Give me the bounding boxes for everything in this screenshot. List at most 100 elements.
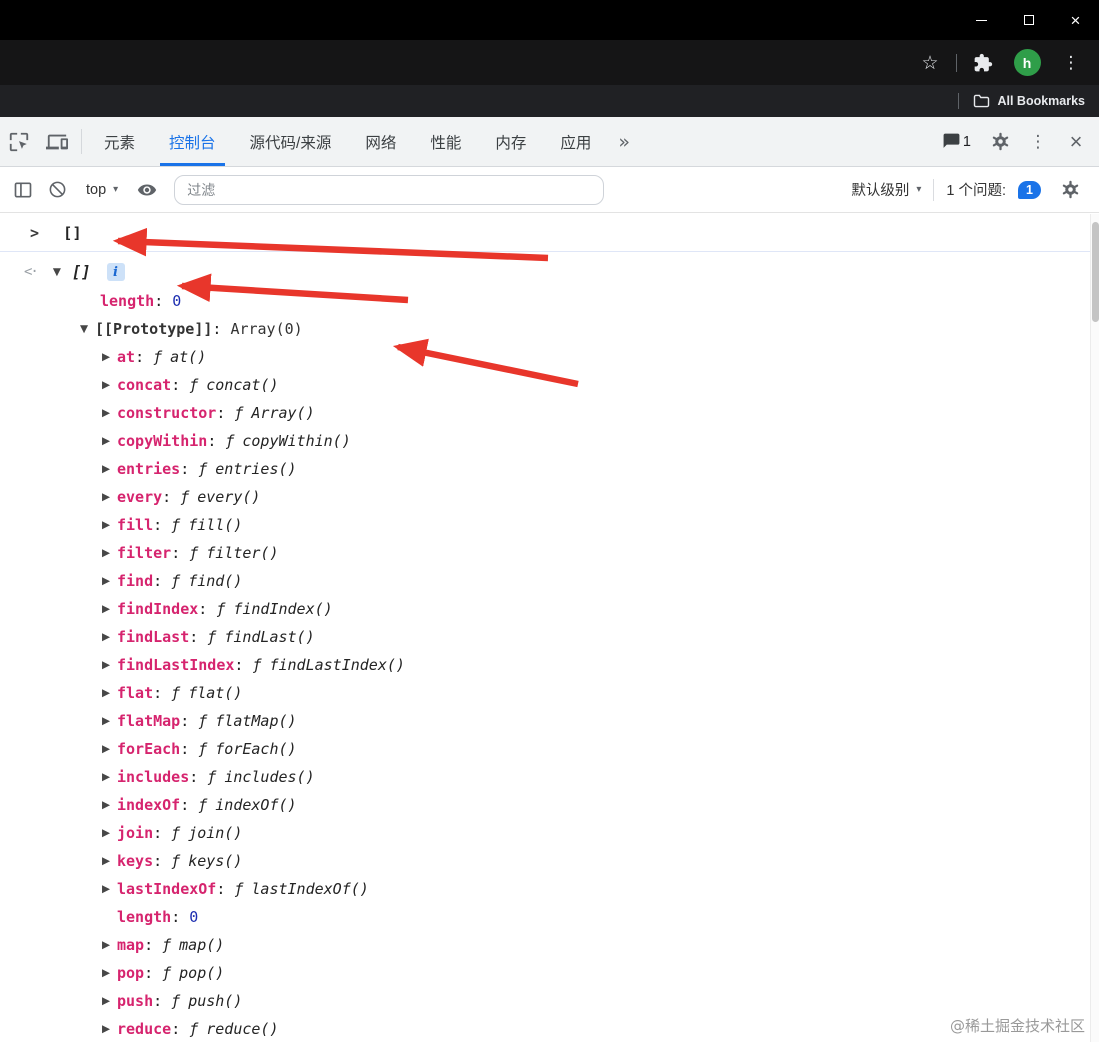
browser-menu-button[interactable]: ⋮ [1049, 40, 1093, 85]
issues-count-badge[interactable]: 1 [1018, 180, 1041, 199]
maximize-button[interactable] [1005, 0, 1052, 40]
more-tabs-button[interactable]: » [608, 117, 640, 166]
prototype-property-row[interactable]: ▶ findLast: ƒ findLast() [0, 623, 1090, 651]
close-devtools-button[interactable]: × [1057, 129, 1095, 155]
prototype-property-row[interactable]: ▶ findIndex: ƒ findIndex() [0, 595, 1090, 623]
prototype-property-row[interactable]: ▶ keys: ƒ keys() [0, 847, 1090, 875]
prototype-property-row[interactable]: ▶ flat: ƒ flat() [0, 679, 1090, 707]
tab-源代码/来源[interactable]: 源代码/来源 [233, 117, 349, 166]
context-selector[interactable]: top ▾ [74, 182, 130, 198]
colon: : [144, 936, 154, 954]
prototype-name: [[Prototype]] [95, 320, 213, 338]
prototype-property-row[interactable]: ▶ join: ƒ join() [0, 819, 1090, 847]
prototype-property-row[interactable]: ▶ find: ƒ find() [0, 567, 1090, 595]
profile-button[interactable]: h [1005, 40, 1049, 85]
prototype-property-row[interactable]: ▶ entries: ƒ entries() [0, 455, 1090, 483]
all-bookmarks-button[interactable]: All Bookmarks [997, 94, 1085, 108]
property-expander-icon[interactable]: ▶ [102, 967, 117, 979]
devtools-menu-button[interactable]: ⋮ [1019, 132, 1057, 152]
vertical-scrollbar[interactable] [1090, 214, 1099, 1042]
property-expander-icon[interactable]: ▶ [102, 743, 117, 755]
tab-性能[interactable]: 性能 [413, 117, 478, 166]
property-expander-icon[interactable]: ▶ [102, 631, 117, 643]
gear-icon [1062, 180, 1078, 199]
prototype-property-row[interactable]: ▶ forEach: ƒ forEach() [0, 735, 1090, 763]
property-expander-icon[interactable]: ▶ [102, 519, 117, 531]
puzzle-icon [974, 53, 993, 71]
prototype-property-row[interactable]: ▶ indexOf: ƒ indexOf() [0, 791, 1090, 819]
prototype-property-row[interactable]: ▶ reduce: ƒ reduce() [0, 1015, 1090, 1042]
console-sidebar-button[interactable] [6, 173, 40, 207]
live-expression-button[interactable] [130, 173, 164, 207]
prototype-property-row[interactable]: ▶ lastIndexOf: ƒ lastIndexOf() [0, 875, 1090, 903]
property-expander-icon[interactable]: ▶ [102, 883, 117, 895]
property-value: find() [188, 572, 243, 590]
property-expander-icon[interactable]: ▶ [102, 435, 117, 447]
property-expander-icon[interactable]: ▶ [102, 687, 117, 699]
prototype-property-row[interactable]: ▶ filter: ƒ filter() [0, 539, 1090, 567]
console-settings-button[interactable] [1053, 173, 1087, 207]
property-expander-icon[interactable]: ▶ [102, 407, 117, 419]
log-levels-dropdown[interactable]: 默认级别 ▾ [851, 179, 921, 200]
property-expander-icon[interactable]: ▶ [102, 463, 117, 475]
info-badge-icon[interactable]: i [106, 263, 125, 281]
inspect-element-button[interactable] [0, 117, 38, 166]
property-expander-icon[interactable]: ▶ [102, 855, 117, 867]
device-toolbar-button[interactable] [38, 117, 76, 166]
prototype-property-row[interactable]: ▶ pop: ƒ pop() [0, 959, 1090, 987]
property-expander-icon[interactable]: ▶ [102, 659, 117, 671]
minimize-button[interactable] [958, 0, 1005, 40]
tab-控制台[interactable]: 控制台 [152, 117, 233, 166]
prototype-row[interactable]: ▼ [[Prototype]]: Array(0) [0, 315, 1090, 343]
property-value: includes() [224, 768, 315, 786]
filter-input[interactable] [174, 174, 605, 205]
console-messages-button[interactable]: 1 [936, 132, 981, 151]
extensions-button[interactable] [961, 40, 1005, 85]
prototype-property-row[interactable]: ▶ findLastIndex: ƒ findLastIndex() [0, 651, 1090, 679]
property-value: 0 [172, 292, 182, 310]
prototype-property-row[interactable]: ▶ constructor: ƒ Array() [0, 399, 1090, 427]
bookmark-star-button[interactable]: ☆ [908, 40, 952, 85]
property-expander-icon[interactable]: ▶ [102, 715, 117, 727]
colon: : [153, 516, 163, 534]
property-expander-icon[interactable]: ▶ [102, 799, 117, 811]
prototype-property-row[interactable]: ▶ copyWithin: ƒ copyWithin() [0, 427, 1090, 455]
prototype-property-row[interactable]: ▶ push: ƒ push() [0, 987, 1090, 1015]
clear-console-button[interactable] [40, 173, 74, 207]
property-expander-icon[interactable]: ▶ [102, 827, 117, 839]
prototype-expander-icon[interactable]: ▼ [80, 323, 95, 335]
property-expander-icon[interactable]: ▶ [102, 771, 117, 783]
property-expander-icon[interactable]: ▶ [102, 547, 117, 559]
tab-网络[interactable]: 网络 [348, 117, 413, 166]
prototype-property-row[interactable]: ▶ includes: ƒ includes() [0, 763, 1090, 791]
property-name: entries [117, 460, 181, 478]
property-expander-icon[interactable]: ▶ [102, 603, 117, 615]
prototype-property-row[interactable]: ▶ concat: ƒ concat() [0, 371, 1090, 399]
property-expander-icon[interactable]: ▶ [102, 1023, 117, 1035]
close-window-button[interactable]: × [1052, 0, 1099, 40]
property-expander-icon[interactable]: ▶ [102, 939, 117, 951]
tab-元素[interactable]: 元素 [87, 117, 152, 166]
prototype-property-row[interactable]: ▶ map: ƒ map() [0, 931, 1090, 959]
devtools-settings-button[interactable] [981, 131, 1019, 152]
prototype-property-row[interactable]: ▶ every: ƒ every() [0, 483, 1090, 511]
console-input-echo-row[interactable]: > [] [0, 214, 1090, 252]
property-value: copyWithin() [242, 432, 351, 450]
property-expander-icon[interactable]: ▶ [102, 379, 117, 391]
prototype-property-row[interactable]: ▶ flatMap: ƒ flatMap() [0, 707, 1090, 735]
function-symbol: ƒ [225, 432, 235, 450]
property-expander-icon[interactable]: ▶ [102, 575, 117, 587]
prototype-property-row[interactable]: ▶ fill: ƒ fill() [0, 511, 1090, 539]
property-expander-icon[interactable]: ▶ [102, 491, 117, 503]
input-chevron-icon: > [30, 224, 40, 242]
result-expander-icon[interactable]: ▼ [53, 266, 68, 278]
function-symbol: ƒ [171, 852, 181, 870]
tab-内存[interactable]: 内存 [478, 117, 543, 166]
tab-应用[interactable]: 应用 [543, 117, 608, 166]
property-expander-icon[interactable]: ▶ [102, 995, 117, 1007]
console-result-row[interactable]: <· ▼ [] i [0, 257, 1090, 287]
scrollbar-thumb[interactable] [1092, 222, 1099, 322]
prototype-property-row[interactable]: ▶ length:0 [0, 903, 1090, 931]
prototype-property-row[interactable]: ▶ at: ƒ at() [0, 343, 1090, 371]
property-expander-icon[interactable]: ▶ [102, 351, 117, 363]
